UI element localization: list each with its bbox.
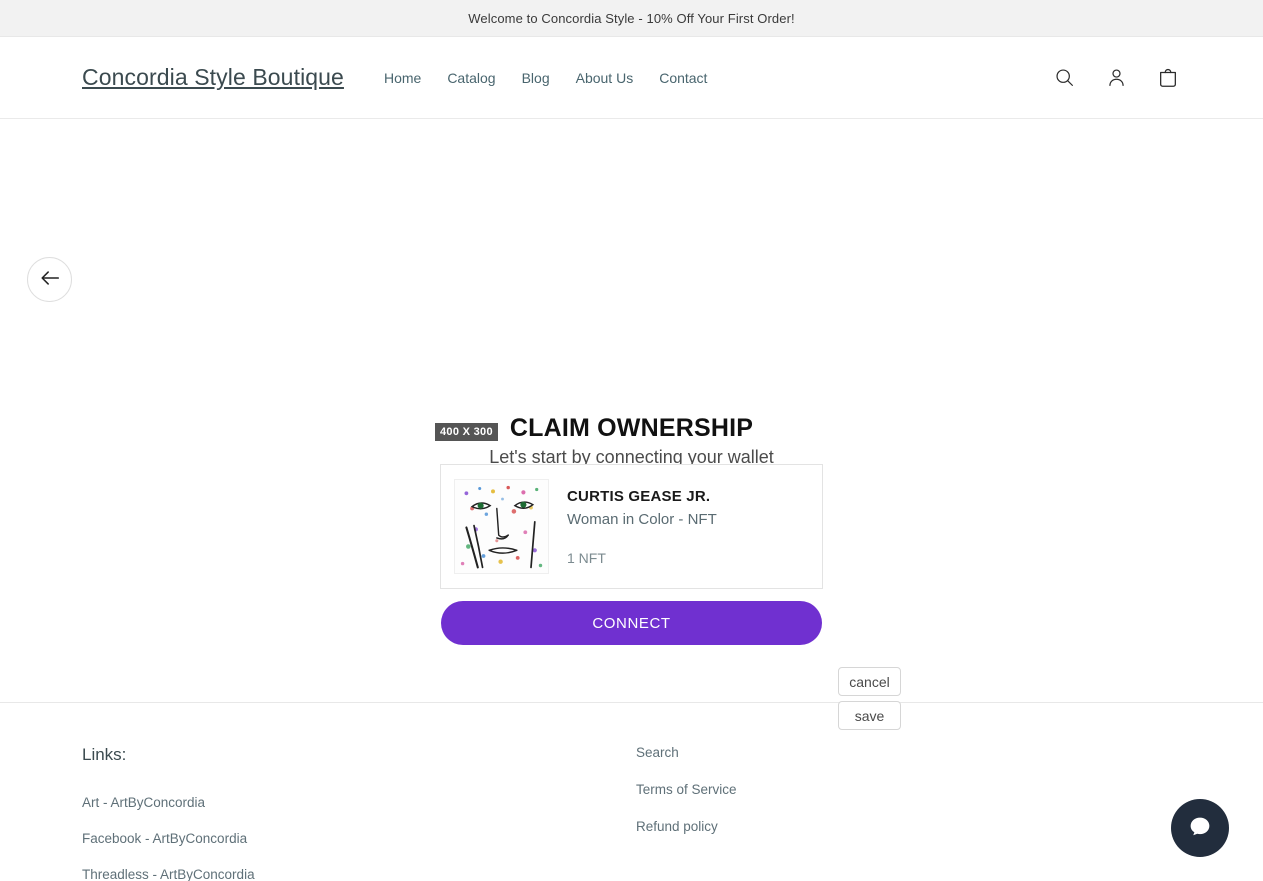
back-button-wrapper xyxy=(27,257,72,302)
nft-info: CURTIS GEASE JR. Woman in Color - NFT 1 … xyxy=(567,488,717,566)
main-navigation: Home Catalog Blog About Us Contact xyxy=(384,70,708,86)
site-header: Concordia Style Boutique Home Catalog Bl… xyxy=(0,37,1263,119)
cart-icon[interactable] xyxy=(1153,63,1183,93)
nft-card: CURTIS GEASE JR. Woman in Color - NFT 1 … xyxy=(440,464,823,589)
footer-link-facebook[interactable]: Facebook - ArtByConcordia xyxy=(82,831,636,846)
cancel-button[interactable]: cancel xyxy=(838,667,901,696)
connect-button[interactable]: CONNECT xyxy=(441,601,822,645)
footer-link-refund-policy[interactable]: Refund policy xyxy=(636,819,737,834)
footer-column-links: Links: Art - ArtByConcordia Facebook - A… xyxy=(82,733,636,881)
image-size-badge: 400 X 300 xyxy=(435,423,498,441)
nft-artist-name: CURTIS GEASE JR. xyxy=(567,487,711,505)
search-icon[interactable] xyxy=(1049,63,1079,93)
footer-link-art[interactable]: Art - ArtByConcordia xyxy=(82,795,636,810)
nft-thumbnail-image xyxy=(454,479,549,574)
footer-heading: Links: xyxy=(82,745,127,764)
site-footer: Links: Art - ArtByConcordia Facebook - A… xyxy=(0,702,1263,881)
footer-link-terms-of-service[interactable]: Terms of Service xyxy=(636,782,737,797)
footer-link-threadless[interactable]: Threadless - ArtByConcordia xyxy=(82,867,636,881)
back-button[interactable] xyxy=(27,257,72,302)
nav-item-about-us[interactable]: About Us xyxy=(576,70,634,86)
announcement-bar: Welcome to Concordia Style - 10% Off You… xyxy=(0,0,1263,37)
footer-link-search[interactable]: Search xyxy=(636,745,737,760)
nav-item-contact[interactable]: Contact xyxy=(659,70,707,86)
edit-actions-group: cancel save xyxy=(838,667,901,730)
nav-item-home[interactable]: Home xyxy=(384,70,421,86)
header-icon-group xyxy=(1049,63,1183,93)
arrow-left-icon xyxy=(39,267,61,292)
footer-column-policies: Search Terms of Service Refund policy xyxy=(636,733,737,881)
nft-title: Woman in Color - NFT xyxy=(567,510,717,528)
nft-count: 1 NFT xyxy=(567,549,606,566)
save-button[interactable]: save xyxy=(838,701,901,730)
account-icon[interactable] xyxy=(1101,63,1131,93)
chat-bubble-icon xyxy=(1185,812,1215,845)
nav-item-catalog[interactable]: Catalog xyxy=(447,70,495,86)
brand-logo[interactable]: Concordia Style Boutique xyxy=(82,64,344,91)
chat-widget-button[interactable] xyxy=(1171,799,1229,857)
nav-item-blog[interactable]: Blog xyxy=(522,70,550,86)
page-title: CLAIM OWNERSHIP xyxy=(509,413,754,442)
main-content: CLAIM OWNERSHIP Let's start by connectin… xyxy=(0,119,1263,730)
announcement-text: Welcome to Concordia Style - 10% Off You… xyxy=(468,10,795,26)
